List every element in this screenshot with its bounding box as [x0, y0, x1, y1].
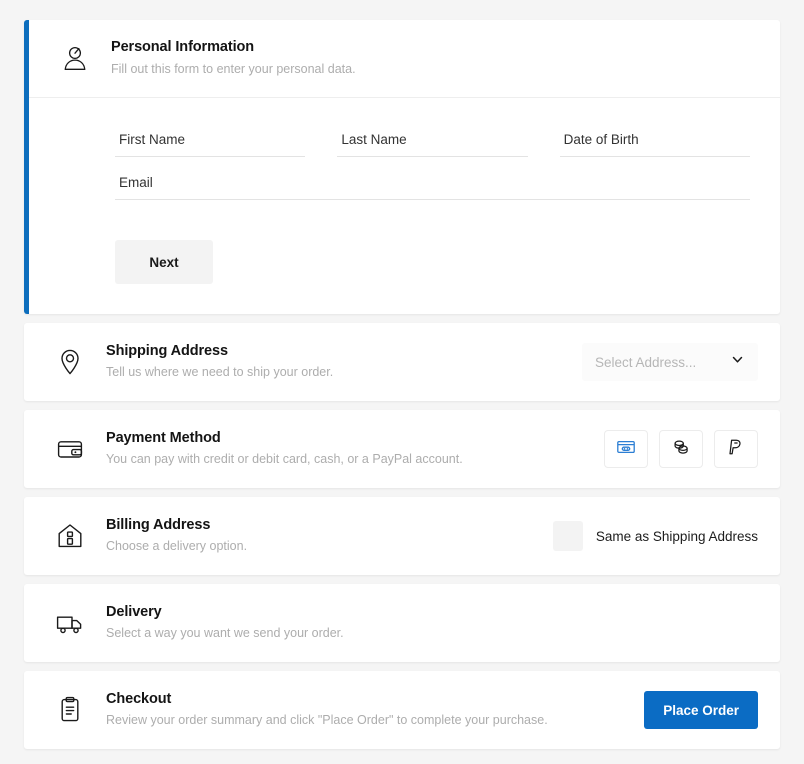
wallet-icon [50, 434, 90, 464]
address-select[interactable]: Select Address... [582, 343, 758, 381]
paypal-icon [726, 437, 746, 462]
billing-address-title: Billing Address [106, 516, 537, 536]
payment-option-cash[interactable] [659, 430, 703, 468]
payment-option-paypal[interactable] [714, 430, 758, 468]
checkout-title: Checkout [106, 690, 628, 710]
billing-address-header: Billing Address Choose a delivery option… [24, 497, 780, 575]
shipping-address-action: Select Address... [582, 343, 758, 381]
last-name-input[interactable] [337, 124, 527, 157]
personal-information-subtitle: Fill out this form to enter your persona… [111, 60, 758, 79]
payment-option-credit-card[interactable] [604, 430, 648, 468]
payment-method-header: Payment Method You can pay with credit o… [24, 410, 780, 488]
billing-address-action: Same as Shipping Address [553, 521, 758, 551]
place-order-button[interactable]: Place Order [644, 691, 758, 729]
shipping-address-subtitle: Tell us where we need to ship your order… [106, 363, 566, 382]
home-icon [50, 521, 90, 551]
billing-address-subtitle: Choose a delivery option. [106, 537, 537, 556]
payment-method-title: Payment Method [106, 429, 588, 449]
billing-address-text: Billing Address Choose a delivery option… [106, 516, 537, 556]
checkout-text: Checkout Review your order summary and c… [106, 690, 628, 730]
chevron-down-icon [730, 352, 745, 372]
step-billing-address: Billing Address Choose a delivery option… [24, 497, 780, 575]
coins-icon [671, 437, 691, 462]
personal-information-header: Personal Information Fill out this form … [29, 20, 780, 98]
same-as-shipping-checkbox-wrap[interactable]: Same as Shipping Address [553, 521, 758, 551]
checkout-header: Checkout Review your order summary and c… [24, 671, 780, 749]
first-name-input[interactable] [115, 124, 305, 157]
step-personal-information: Personal Information Fill out this form … [24, 20, 780, 314]
shipping-address-text: Shipping Address Tell us where we need t… [106, 342, 566, 382]
delivery-text: Delivery Select a way you want we send y… [106, 603, 758, 643]
date-of-birth-input[interactable] [560, 124, 750, 157]
delivery-title: Delivery [106, 603, 758, 623]
same-as-shipping-checkbox[interactable] [553, 521, 583, 551]
checkout-stepper: Personal Information Fill out this form … [0, 0, 804, 764]
delivery-subtitle: Select a way you want we send your order… [106, 624, 758, 643]
delivery-header: Delivery Select a way you want we send y… [24, 584, 780, 662]
payment-method-text: Payment Method You can pay with credit o… [106, 429, 588, 469]
step-shipping-address: Shipping Address Tell us where we need t… [24, 323, 780, 401]
shipping-address-header: Shipping Address Tell us where we need t… [24, 323, 780, 401]
checkout-action: Place Order [644, 691, 758, 729]
step-checkout: Checkout Review your order summary and c… [24, 671, 780, 749]
clipboard-icon [50, 695, 90, 725]
same-as-shipping-label: Same as Shipping Address [596, 529, 758, 544]
truck-icon [50, 608, 90, 638]
checkout-subtitle: Review your order summary and click "Pla… [106, 711, 628, 730]
personal-information-text: Personal Information Fill out this form … [111, 38, 758, 78]
payment-method-subtitle: You can pay with credit or debit card, c… [106, 450, 588, 469]
shipping-address-title: Shipping Address [106, 342, 566, 362]
step-payment-method: Payment Method You can pay with credit o… [24, 410, 780, 488]
payment-options [604, 430, 758, 468]
address-select-value: Select Address... [595, 355, 696, 370]
user-icon [55, 44, 95, 74]
payment-method-action [604, 430, 758, 468]
email-row [115, 167, 750, 200]
personal-information-title: Personal Information [111, 38, 758, 58]
personal-information-form: Next [29, 98, 780, 314]
map-pin-icon [50, 347, 90, 377]
name-row [115, 124, 750, 157]
credit-card-icon [616, 437, 636, 462]
next-button[interactable]: Next [115, 240, 213, 284]
email-input[interactable] [115, 167, 750, 200]
step-delivery: Delivery Select a way you want we send y… [24, 584, 780, 662]
